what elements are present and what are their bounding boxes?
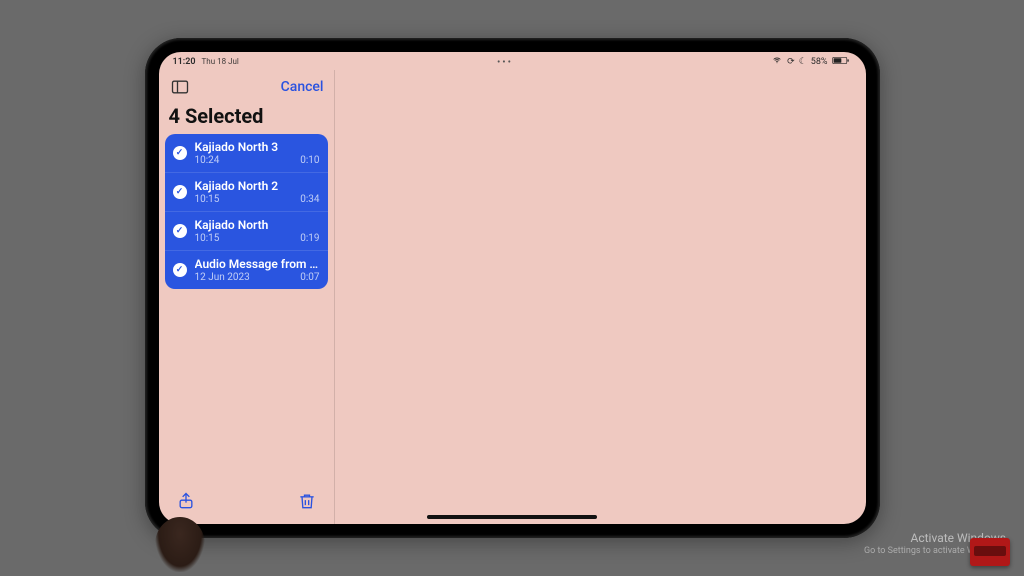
recording-title: Kajiado North [195, 218, 320, 232]
trash-button[interactable] [294, 488, 320, 514]
recording-timestamp: 10:15 [195, 194, 220, 205]
toggle-sidebar-icon[interactable] [169, 76, 191, 98]
cancel-button[interactable]: Cancel [281, 79, 324, 95]
orientation-lock-icon: ⟳ [787, 57, 795, 67]
dnd-icon: ☾ [799, 57, 807, 67]
recording-timestamp: 10:15 [195, 233, 220, 244]
recording-item[interactable]: ✓ Kajiado North 2 10:15 0:34 [165, 173, 328, 212]
recording-item[interactable]: ✓ Audio Message from Boss 12 Jun 2023 0:… [165, 251, 328, 289]
selected-count-title: 4 Selected [159, 100, 334, 134]
multitask-dots-icon[interactable]: ••• [497, 57, 513, 68]
recording-timestamp: 10:24 [195, 155, 220, 166]
video-overlay-badge [970, 538, 1010, 566]
status-right: ⟳ ☾ 58% [771, 56, 851, 68]
status-bar: 11:20 Thu 18 Jul ••• ⟳ ☾ 58% [159, 52, 866, 70]
recording-duration: 0:07 [300, 272, 319, 283]
battery-icon [831, 56, 851, 68]
wifi-icon [771, 56, 783, 68]
recording-title: Kajiado North 3 [195, 140, 320, 154]
recording-item[interactable]: ✓ Kajiado North 3 10:24 0:10 [165, 134, 328, 173]
checkmark-icon: ✓ [173, 263, 187, 277]
recording-title: Kajiado North 2 [195, 179, 320, 193]
home-indicator[interactable] [427, 515, 597, 519]
detail-pane [335, 70, 866, 524]
recording-duration: 0:19 [300, 233, 319, 244]
checkmark-icon: ✓ [173, 146, 187, 160]
recording-duration: 0:10 [300, 155, 319, 166]
ipad-screen: 11:20 Thu 18 Jul ••• ⟳ ☾ 58% [159, 52, 866, 524]
recording-title: Audio Message from Boss [195, 257, 320, 271]
checkmark-icon: ✓ [173, 185, 187, 199]
recording-item[interactable]: ✓ Kajiado North 10:15 0:19 [165, 212, 328, 251]
status-time: 11:20 [173, 57, 196, 67]
recording-duration: 0:34 [300, 194, 319, 205]
share-button[interactable] [173, 488, 199, 514]
finger-overlay [155, 517, 205, 572]
status-date: Thu 18 Jul [202, 57, 239, 66]
battery-pct: 58% [811, 57, 828, 67]
recordings-selection-card: ✓ Kajiado North 3 10:24 0:10 ✓ [165, 134, 328, 289]
ipad-device-frame: 11:20 Thu 18 Jul ••• ⟳ ☾ 58% [145, 38, 880, 538]
recordings-sidebar: Cancel 4 Selected ✓ Kajiado North 3 10:2… [159, 70, 335, 524]
recording-timestamp: 12 Jun 2023 [195, 272, 250, 283]
checkmark-icon: ✓ [173, 224, 187, 238]
